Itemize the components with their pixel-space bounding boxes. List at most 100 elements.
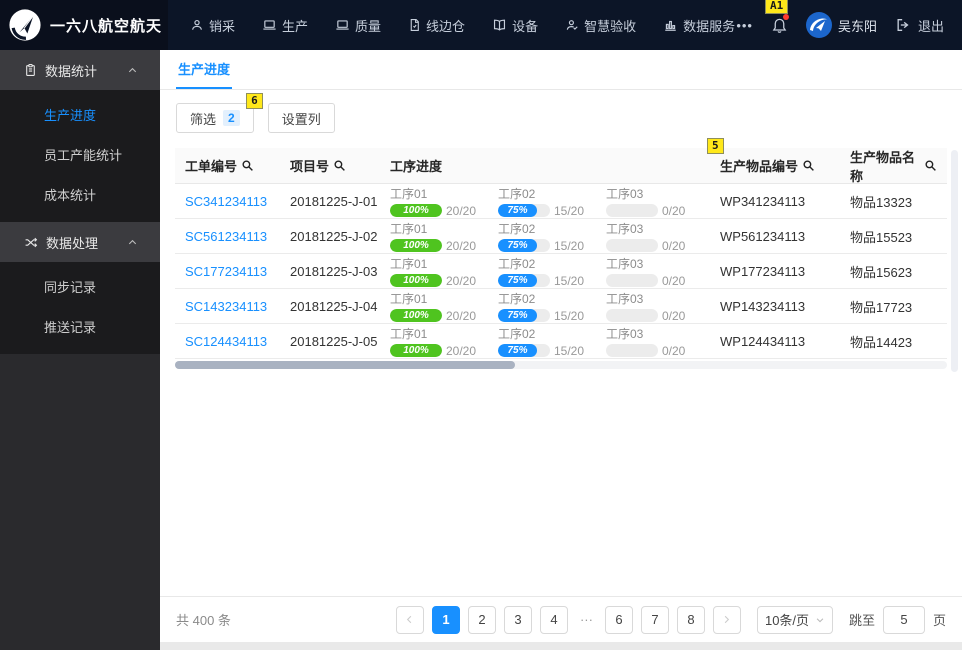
user-icon <box>190 18 204 32</box>
pagination: 1234 ··· 678 10条/页 跳至 页 <box>395 605 946 634</box>
toolbar: 6 筛选 2 设置列 <box>160 90 962 145</box>
sidebar-item[interactable]: 成本统计 <box>0 176 160 216</box>
progress-count: 20/20 <box>446 203 477 218</box>
header-project-no: 项目号 <box>290 156 390 175</box>
search-icon[interactable] <box>333 159 346 172</box>
nav-item-4[interactable]: 线边仓 <box>408 16 465 35</box>
progress-count: 0/20 <box>662 273 686 288</box>
process-label: 工序01 <box>390 256 428 271</box>
page-button-2[interactable]: 2 <box>467 605 496 634</box>
page-button-4[interactable]: 4 <box>539 605 568 634</box>
filter-count-badge: 2 <box>223 110 240 126</box>
page-size-value: 10条/页 <box>764 613 810 628</box>
item-name-cell: 物品15623 <box>850 264 913 280</box>
item-name-cell: 物品17723 <box>850 299 913 315</box>
book-icon <box>492 18 507 32</box>
search-icon[interactable] <box>802 159 815 172</box>
progress-bar: 75% <box>498 344 550 357</box>
brand-title: 一六八航空航天 <box>50 17 163 35</box>
sidebar-group-1[interactable]: 数据统计 <box>0 50 160 90</box>
header-item-code: 5 生产物品编号 <box>707 138 850 175</box>
page-button-7[interactable]: 7 <box>640 605 669 634</box>
search-icon[interactable] <box>241 159 254 172</box>
process-progress: 工序03 0/20 <box>606 255 714 288</box>
production-table: 工单编号 项目号 工序进度 5 生产物品编号 生产物品名称 SC34123411… <box>175 138 947 369</box>
page-button-6[interactable]: 6 <box>604 605 633 634</box>
nav-item-1[interactable]: 销采 <box>190 16 235 35</box>
process-label: 工序01 <box>390 291 428 306</box>
sidebar-item[interactable]: 员工产能统计 <box>0 136 160 176</box>
order-no-link[interactable]: SC177234113 <box>185 264 267 279</box>
nav-item-7[interactable]: 数据服务 <box>663 16 735 35</box>
sidebar-group-label: 数据统计 <box>45 63 98 79</box>
process-progress: 工序03 0/20 <box>606 325 714 358</box>
filter-label: 筛选 <box>190 111 217 127</box>
progress-bar: 100% <box>390 274 442 287</box>
nav-item-3[interactable]: 质量 <box>335 16 381 35</box>
notification-bell[interactable]: A1 <box>764 0 789 34</box>
tab-production-progress[interactable]: 生产进度 <box>176 50 233 89</box>
user-name: 吴东阳 <box>837 18 877 34</box>
nav-item-5[interactable]: 设备 <box>492 16 538 35</box>
nav-item-2[interactable]: 生产 <box>262 16 308 35</box>
progress-fill: 100% <box>390 239 442 252</box>
column-settings-button[interactable]: 设置列 <box>267 103 335 133</box>
item-name-cell: 物品13323 <box>850 194 913 210</box>
sidebar-group-label: 数据处理 <box>46 235 99 251</box>
progress-bar: 100% <box>390 344 442 357</box>
progress-count: 0/20 <box>662 203 686 218</box>
pagination-ellipsis[interactable]: ··· <box>576 606 597 634</box>
table-body: SC341234113 20181225-J-01 工序01 100% 20/20… <box>175 184 947 359</box>
order-no-link[interactable]: SC143234113 <box>185 299 267 314</box>
process-label: 工序01 <box>390 221 428 236</box>
order-no-link[interactable]: SC124434113 <box>185 334 267 349</box>
vertical-scrollbar[interactable] <box>951 150 958 372</box>
page-size-select[interactable]: 10条/页 <box>756 605 833 634</box>
main-content: 生产进度 6 筛选 2 设置列 工单编号 项目号 工序进度 5 生产物品编号 生… <box>160 50 962 642</box>
page-button-3[interactable]: 3 <box>503 605 532 634</box>
prev-page-button[interactable] <box>395 605 424 634</box>
process-label: 工序01 <box>390 186 428 201</box>
process-progress: 工序03 0/20 <box>606 185 714 218</box>
table-header-row: 工单编号 项目号 工序进度 5 生产物品编号 生产物品名称 <box>175 138 947 184</box>
page-button-8[interactable]: 8 <box>676 605 705 634</box>
process-progress: 工序01 100% 20/20 <box>390 255 498 288</box>
jump-to-page-input[interactable] <box>882 605 925 634</box>
user-menu[interactable]: 吴东阳 <box>805 12 877 38</box>
sidebar-item[interactable]: 推送记录 <box>0 308 160 348</box>
process-progress: 工序01 100% 20/20 <box>390 220 498 253</box>
next-page-button[interactable] <box>712 605 741 634</box>
order-no-link[interactable]: SC561234113 <box>185 229 267 244</box>
page-button-1[interactable]: 1 <box>431 605 460 634</box>
table-row: SC124434113 20181225-J-05 工序01 100% 20/20… <box>175 324 947 359</box>
progress-count: 20/20 <box>446 308 477 323</box>
nav-item-6[interactable]: 智慧验收 <box>565 16 636 35</box>
process-label: 工序01 <box>390 326 428 341</box>
more-menu-icon[interactable]: ••• <box>736 18 753 33</box>
progress-bar <box>606 204 658 217</box>
nav-item-label: 线边仓 <box>426 18 466 34</box>
sidebar-group-2[interactable]: 数据处理 <box>0 222 160 262</box>
filter-button[interactable]: 6 筛选 2 <box>176 93 263 133</box>
progress-bar: 75% <box>498 274 550 287</box>
sidebar-item[interactable]: 同步记录 <box>0 268 160 308</box>
progress-fill: 100% <box>390 344 442 357</box>
item-code-cell: WP341234113 <box>720 193 806 209</box>
progress-fill: 100% <box>390 309 442 322</box>
progress-fill: 100% <box>390 274 442 287</box>
process-progress: 工序02 75% 15/20 <box>498 325 606 358</box>
horizontal-scrollbar-thumb[interactable] <box>175 361 515 369</box>
horizontal-scrollbar[interactable] <box>175 361 947 369</box>
progress-bar: 75% <box>498 309 550 322</box>
nav-item-label: 数据服务 <box>683 18 736 34</box>
progress-count: 15/20 <box>554 273 585 288</box>
process-label: 工序03 <box>606 326 644 341</box>
order-no-link[interactable]: SC341234113 <box>185 194 267 209</box>
logout-button[interactable]: 退出 <box>895 16 944 35</box>
nav-item-label: 设备 <box>512 18 539 34</box>
sidebar-item[interactable]: 生产进度 <box>0 96 160 136</box>
process-progress: 工序03 0/20 <box>606 290 714 323</box>
tab-bar: 生产进度 <box>160 50 962 90</box>
search-icon[interactable] <box>924 159 937 172</box>
nav-item-label: 智慧验收 <box>584 18 637 34</box>
